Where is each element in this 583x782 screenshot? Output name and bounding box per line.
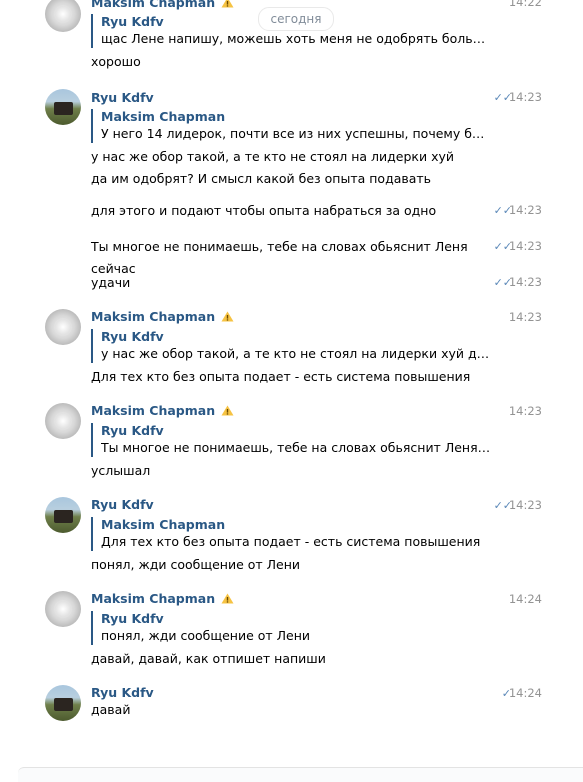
reply-quote[interactable]: Ryu Kdfv понял, жди сообщение от Лени	[91, 611, 491, 645]
message-time: 14:23	[508, 310, 542, 324]
message-time: 14:23	[508, 203, 542, 217]
message-text: у нас же обор такой, а те кто не стоял н…	[91, 149, 455, 186]
message-text: для этого и подают чтобы опыта набраться…	[91, 203, 437, 218]
author-name[interactable]: Ryu Kdfv	[91, 90, 154, 105]
reply-text: понял, жди сообщение от Лени	[101, 628, 311, 643]
message-time: 14:23	[508, 275, 542, 289]
avatar-ryu[interactable]	[45, 89, 81, 125]
message-time: 14:23	[508, 498, 542, 512]
reply-author: Ryu Kdfv	[101, 611, 164, 626]
reply-quote[interactable]: Ryu Kdfv у нас же обор такой, а те кто н…	[91, 329, 491, 363]
warning-triangle-icon	[221, 0, 234, 8]
reply-quote[interactable]: Ryu Kdfv Ты многое не понимаешь, тебе на…	[91, 423, 491, 457]
author-name[interactable]: Maksim Chapman	[91, 309, 234, 324]
author-name[interactable]: Maksim Chapman	[91, 403, 234, 418]
message-time: 14:23	[508, 90, 542, 104]
message-text: удачи	[91, 275, 131, 290]
warning-triangle-icon	[221, 405, 234, 416]
message-time: 14:24	[508, 686, 542, 700]
message-time: 14:23	[508, 404, 542, 418]
reply-author: Maksim Chapman	[101, 109, 226, 124]
reply-text: Ты многое не понимаешь, тебе на словах о…	[101, 440, 491, 455]
message-text: хорошо	[91, 54, 141, 69]
author-name[interactable]: Ryu Kdfv	[91, 497, 154, 512]
message-input-area[interactable]	[18, 767, 583, 782]
reply-author: Ryu Kdfv	[101, 329, 164, 344]
avatar-ryu[interactable]	[45, 685, 81, 721]
avatar-maksim[interactable]	[45, 0, 81, 32]
avatar-car-image	[54, 698, 73, 711]
reply-quote[interactable]: Ryu Kdfv щас Лене напишу, можешь хоть ме…	[91, 14, 491, 48]
avatar-car-image	[54, 102, 73, 115]
author-name[interactable]: Maksim Chapman	[91, 591, 234, 606]
avatar-maksim[interactable]	[45, 309, 81, 345]
message-time: 14:24	[508, 592, 542, 606]
reply-author: Maksim Chapman	[101, 517, 226, 532]
author-name[interactable]: Ryu Kdfv	[91, 685, 154, 700]
message-text: давай, давай, как отпишет напиши	[91, 651, 326, 666]
avatar-maksim[interactable]	[45, 403, 81, 439]
reply-text: У него 14 лидерок, почти все из них успе…	[101, 126, 491, 141]
message-time: 14:23	[508, 239, 542, 253]
reply-quote[interactable]: Maksim Chapman Для тех кто без опыта под…	[91, 517, 491, 551]
reply-author: Ryu Kdfv	[101, 14, 164, 29]
reply-author: Ryu Kdfv	[101, 423, 164, 438]
avatar-maksim[interactable]	[45, 591, 81, 627]
reply-text: у нас же обор такой, а те кто не стоял н…	[101, 346, 491, 361]
avatar-car-image	[54, 510, 73, 523]
reply-quote[interactable]: Maksim Chapman У него 14 лидерок, почти …	[91, 109, 491, 143]
avatar-ryu[interactable]	[45, 497, 81, 533]
message-time: 14:22	[508, 0, 542, 9]
reply-text: Для тех кто без опыта подает - есть сист…	[101, 534, 481, 549]
reply-text: щас Лене напишу, можешь хоть меня не одо…	[101, 31, 491, 46]
warning-triangle-icon	[221, 593, 234, 604]
warning-triangle-icon	[221, 311, 234, 322]
message-text: Для тех кто без опыта подает - есть сист…	[91, 369, 471, 384]
message-text: услышал	[91, 463, 151, 478]
message-text: понял, жди сообщение от Лени	[91, 557, 301, 572]
message-text: давай	[91, 702, 131, 717]
author-name[interactable]: Maksim Chapman	[91, 0, 234, 10]
